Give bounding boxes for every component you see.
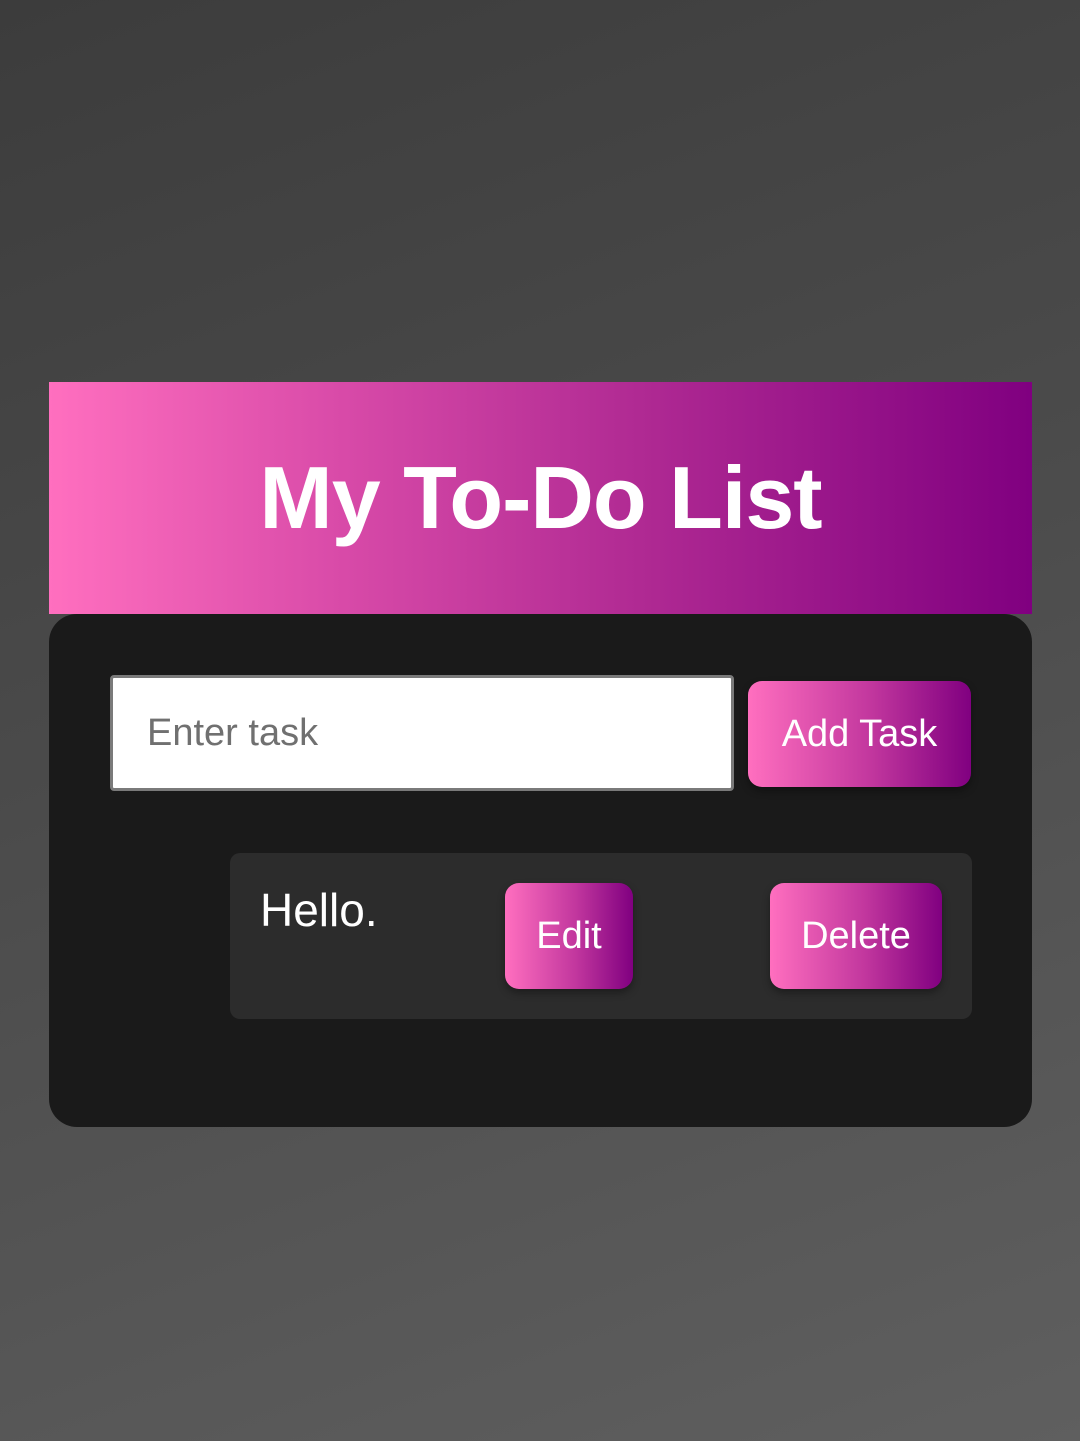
task-text: Hello. (260, 884, 378, 936)
task-input[interactable] (110, 675, 734, 791)
todo-panel: Add Task Hello. Edit Delete (49, 614, 1032, 1127)
task-list-item: Hello. Edit Delete (230, 853, 972, 1019)
page-title: My To-Do List (259, 448, 822, 547)
add-task-button[interactable]: Add Task (748, 681, 971, 787)
todo-app: My To-Do List Add Task Hello. Edit Delet… (49, 382, 1032, 1127)
header-banner: My To-Do List (49, 382, 1032, 614)
delete-task-button[interactable]: Delete (770, 883, 942, 989)
edit-task-button[interactable]: Edit (505, 883, 633, 989)
